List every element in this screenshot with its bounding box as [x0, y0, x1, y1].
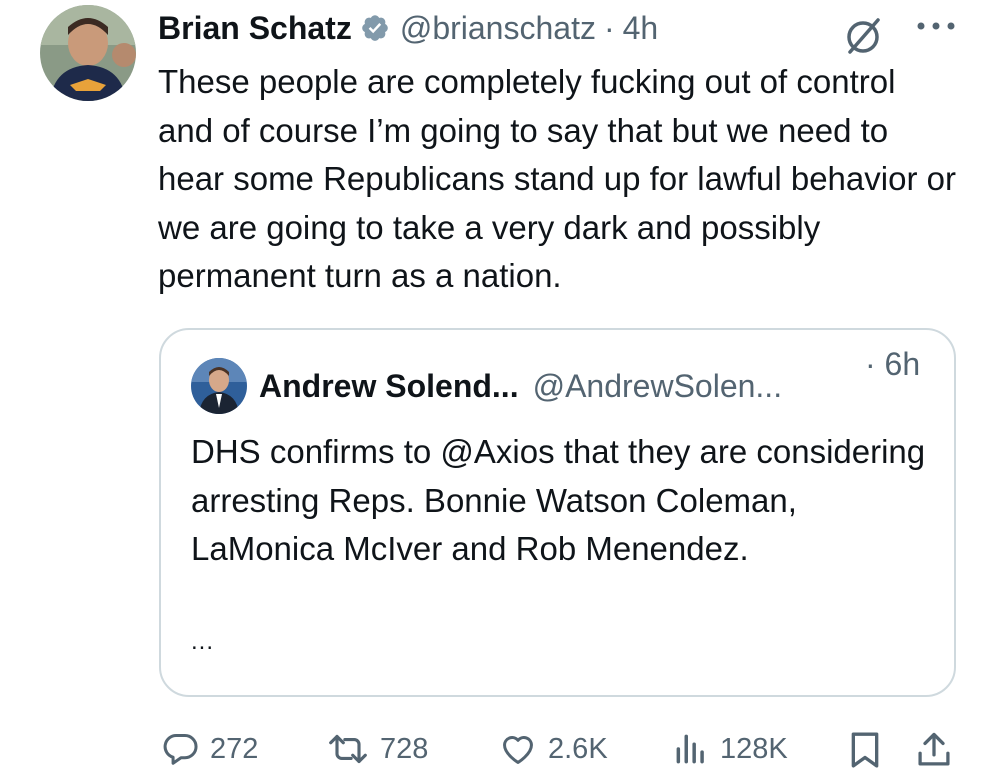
share-icon — [918, 732, 950, 766]
repost-count: 728 — [380, 732, 429, 765]
bookmark-icon — [851, 732, 879, 768]
tweet-timestamp[interactable]: 4h — [623, 8, 659, 48]
like-count: 2.6K — [548, 732, 608, 765]
separator-dot: · — [603, 10, 615, 46]
tweet-text: These people are completely fucking out … — [158, 63, 956, 294]
reply-icon — [163, 734, 198, 765]
quoted-author-avatar[interactable] — [191, 358, 247, 414]
like-button[interactable]: 2.6K — [498, 730, 608, 768]
verified-badge-icon — [362, 15, 388, 41]
quoted-ellipsis: ... — [191, 628, 215, 655]
quoted-header: Andrew Solend... @AndrewSolen... — [259, 364, 782, 408]
author-name[interactable]: Brian Schatz — [158, 8, 352, 48]
author-handle[interactable]: @brianschatz — [400, 8, 596, 48]
quoted-author-name[interactable]: Andrew Solend... — [259, 364, 519, 408]
like-icon — [503, 736, 533, 764]
quoted-tweet[interactable]: Andrew Solend... @AndrewSolen... · 6h DH… — [159, 328, 956, 697]
tweet-header: Brian Schatz @brianschatz · 4h — [158, 8, 658, 48]
more-icon[interactable] — [914, 10, 958, 47]
reply-button[interactable]: 272 — [162, 730, 258, 768]
action-bar: 272 728 2.6K 128K — [0, 722, 1000, 778]
quoted-avatar-image — [191, 358, 247, 414]
bookmark-button[interactable] — [848, 730, 882, 770]
share-button[interactable] — [916, 730, 952, 770]
author-avatar[interactable] — [40, 5, 136, 101]
quoted-timestamp[interactable]: · 6h — [865, 342, 920, 386]
quoted-author-handle[interactable]: @AndrewSolen... — [533, 364, 783, 408]
grok-icon[interactable] — [842, 14, 884, 56]
repost-icon — [329, 734, 367, 764]
views-icon — [676, 734, 704, 764]
reply-count: 272 — [210, 732, 259, 765]
repost-button[interactable]: 728 — [326, 730, 428, 768]
author-avatar-image — [40, 5, 136, 101]
views-button[interactable]: 128K — [672, 730, 788, 768]
quoted-text: DHS confirms to @Axios that they are con… — [191, 433, 926, 567]
views-count: 128K — [720, 732, 788, 765]
